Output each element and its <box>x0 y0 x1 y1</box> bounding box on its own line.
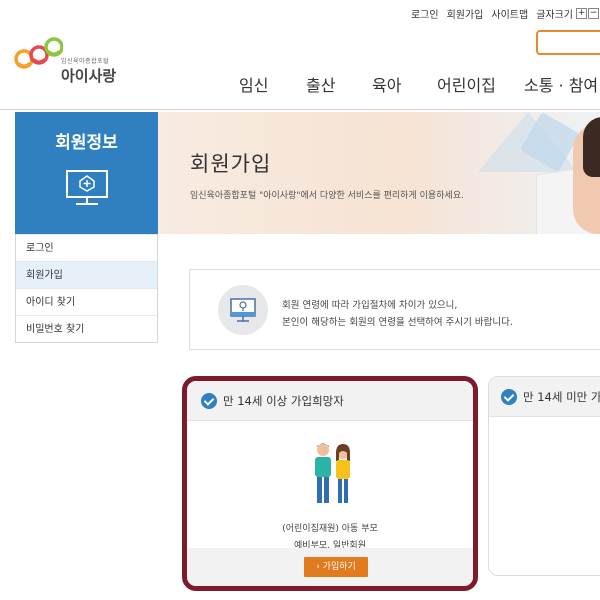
sidebar-title: 회원정보 <box>55 133 118 153</box>
font-size-label: 글자크기 <box>536 10 573 21</box>
card-footer: 가입하기 <box>187 548 473 586</box>
sitemap-link[interactable]: 사이트맵 <box>491 6 528 21</box>
parents-icon <box>315 443 350 503</box>
font-size-plus-button[interactable]: + <box>576 8 587 19</box>
sidebar-item-login[interactable]: 로그인 <box>16 234 157 261</box>
main-navigation: 임신 출산 육아 어린이집 소통 · 참여 <box>0 72 600 102</box>
search-input[interactable] <box>536 30 600 55</box>
font-size-minus-button[interactable]: − <box>588 8 599 19</box>
nav-item-birth[interactable]: 출산 <box>306 72 335 96</box>
header-divider <box>0 109 600 110</box>
page-banner: 회원가입 임신육아종합포털 "아이사랑"에서 다양한 서비스를 편리하게 이용하… <box>158 112 600 234</box>
nav-item-daycare[interactable]: 어린이집 <box>437 72 496 96</box>
card-description-line1: (어린이집재원) 아동 부모 <box>282 524 378 534</box>
notice-text-line2: 본인이 해당하는 회원의 연령을 선택하여 주시기 바랍니다. <box>282 317 513 328</box>
check-circle-icon <box>501 389 517 405</box>
join-button[interactable]: 가입하기 <box>304 557 368 577</box>
sidebar-item-find-id[interactable]: 아이디 찾기 <box>16 288 157 315</box>
logo-subtitle: 임신육아종합포털 <box>61 58 110 65</box>
page-description: 임신육아종합포털 "아이사랑"에서 다양한 서비스를 편리하게 이용하세요. <box>190 191 464 201</box>
signup-link[interactable]: 회원가입 <box>447 6 484 21</box>
nav-item-pregnancy[interactable]: 임신 <box>239 72 268 96</box>
sidebar-header: 회원정보 <box>15 112 158 234</box>
check-circle-icon <box>201 393 217 409</box>
card-title: 만 14세 이상 가입희망자 <box>223 394 344 408</box>
notice-text-line1: 회원 연령에 따라 가입절차에 차이가 있으니, <box>282 300 458 311</box>
monitor-bulb-icon <box>230 298 256 322</box>
card-age-14-under[interactable]: 만 14세 미만 가 <box>488 376 600 576</box>
sidebar-item-find-password[interactable]: 비밀번호 찾기 <box>16 315 157 342</box>
card-header: 만 14세 미만 가 <box>489 377 600 417</box>
utility-bar: 로그인 회원가입 사이트맵 글자크기 + − <box>411 6 600 21</box>
nav-item-community[interactable]: 소통 · 참여 <box>524 72 598 96</box>
card-header: 만 14세 이상 가입희망자 <box>187 381 473 421</box>
logo-circles-icon <box>14 37 63 69</box>
sidebar-menu: 로그인 회원가입 아이디 찾기 비밀번호 찾기 <box>15 234 158 343</box>
login-link[interactable]: 로그인 <box>411 6 439 21</box>
notice-icon <box>218 285 268 335</box>
nav-item-childcare[interactable]: 육아 <box>372 72 401 96</box>
age-notice-box: 회원 연령에 따라 가입절차에 차이가 있으니, 본인이 해당하는 회원의 연령… <box>189 269 600 350</box>
page-title: 회원가입 <box>190 152 272 176</box>
banner-person-hair <box>583 117 600 177</box>
sidebar-item-signup[interactable]: 회원가입 <box>16 261 157 288</box>
card-title: 만 14세 미만 가 <box>523 390 600 404</box>
monitor-icon <box>66 170 108 205</box>
card-age-14-over[interactable]: 만 14세 이상 가입희망자 (어린이집재원) 아동 부모 예비부모, 일반회원… <box>182 376 478 591</box>
